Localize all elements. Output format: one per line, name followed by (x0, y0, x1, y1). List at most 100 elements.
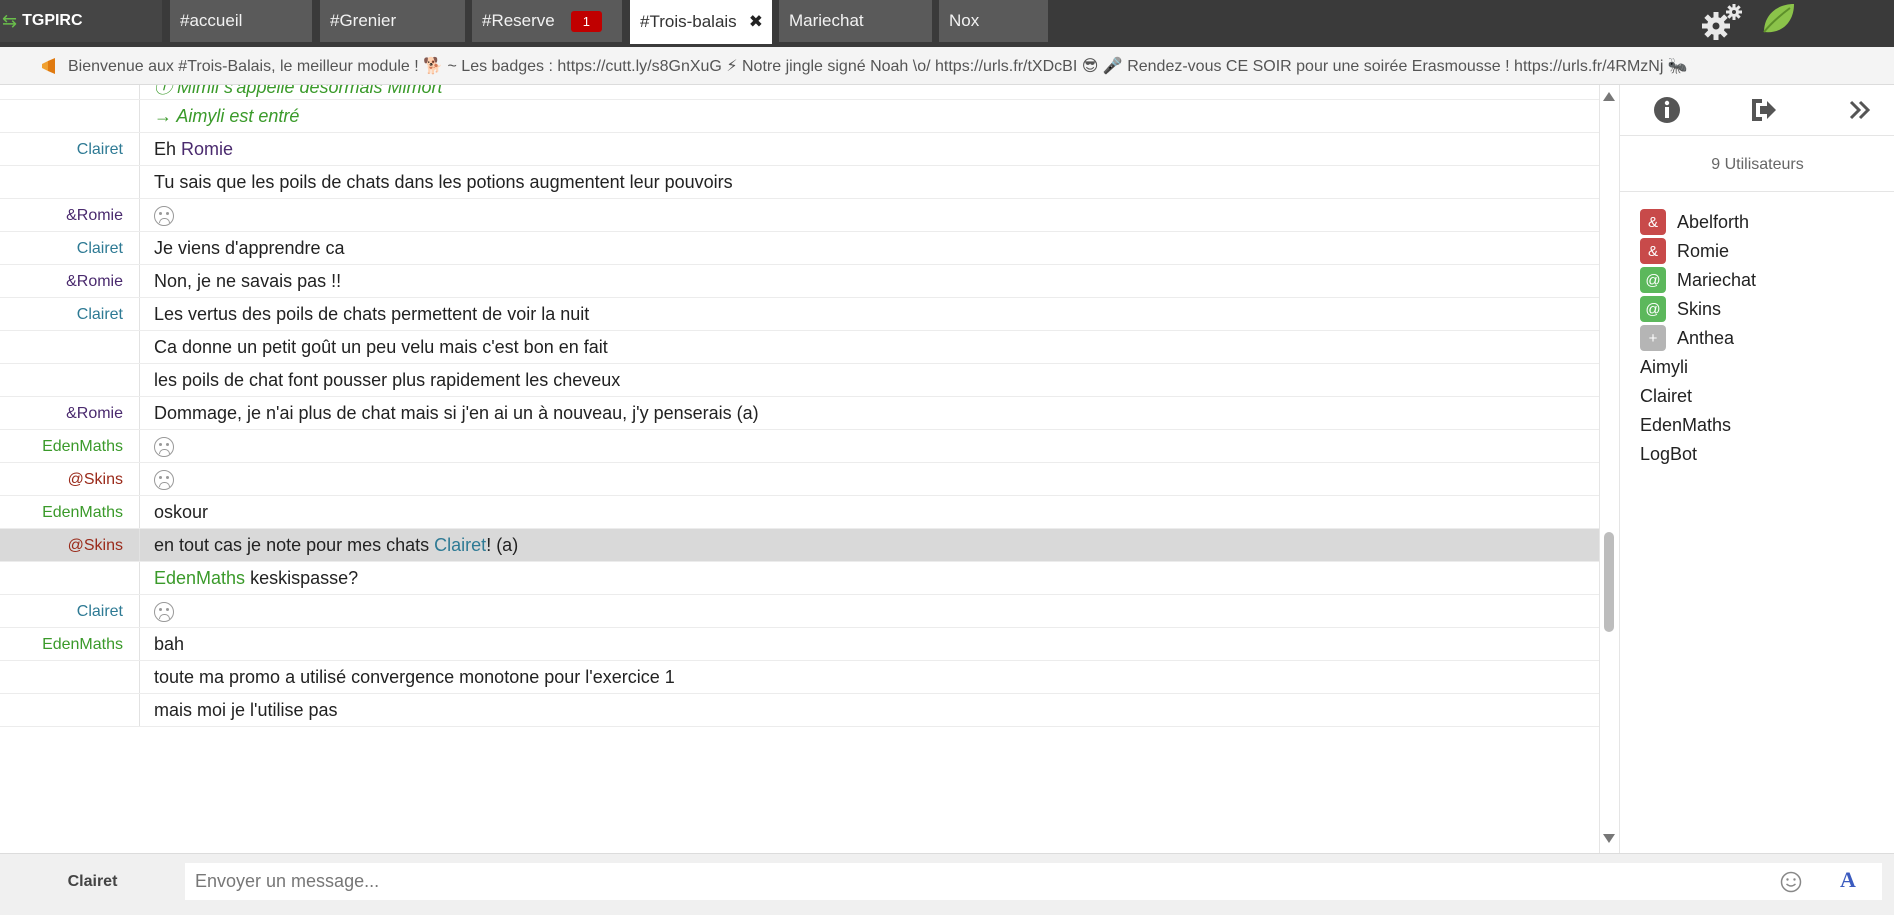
message-nick[interactable]: EdenMaths (0, 636, 123, 654)
leaf-logo-icon[interactable] (1760, 0, 1798, 38)
nick-separator (139, 133, 140, 165)
message-nick[interactable]: &Romie (0, 273, 123, 291)
tab-label: #Reserve (482, 11, 555, 30)
message-text: bah (154, 634, 185, 654)
gear-icon[interactable] (1700, 2, 1744, 42)
nick-mention[interactable]: Clairet (434, 535, 486, 555)
scroll-down-arrow-icon[interactable] (1603, 834, 1615, 843)
user-item[interactable]: LogBot (1640, 439, 1697, 469)
message-list[interactable]: ⓘ Mimil s'appelle désormais Mimort → Aimy… (0, 85, 1600, 853)
close-icon[interactable]: ✖ (749, 12, 763, 32)
message-text: Eh Romie (154, 139, 233, 160)
tab-accueil[interactable]: #accueil (170, 0, 312, 42)
nick-mention[interactable]: Romie (181, 139, 233, 159)
message-row: Clairet Je viens d'apprendre ca (0, 232, 1599, 265)
user-item[interactable]: Aimyli (1640, 352, 1688, 382)
user-item[interactable]: @ Mariechat (1640, 265, 1756, 295)
user-mode-badge: @ (1640, 267, 1666, 293)
message-row: EdenMaths (0, 430, 1599, 463)
nick-separator (139, 562, 140, 594)
user-mode-badge: + (1640, 325, 1666, 351)
text-format-button[interactable]: A (1840, 867, 1856, 893)
tab-nox[interactable]: Nox (939, 0, 1048, 42)
message-nick[interactable]: &Romie (0, 405, 123, 423)
message-row: &Romie Dommage, je n'ai plus de chat mais… (0, 397, 1599, 430)
nick-separator (139, 628, 140, 660)
user-item[interactable]: EdenMaths (1640, 410, 1731, 440)
nick-separator (139, 265, 140, 297)
message-nick[interactable]: EdenMaths (0, 504, 123, 522)
message-row: EdenMaths keskispasse? (0, 562, 1599, 595)
nick-separator (139, 364, 140, 396)
emoji-picker-icon[interactable] (1780, 871, 1802, 893)
user-mode-badge: & (1640, 209, 1666, 235)
tab-label: Mariechat (789, 11, 864, 30)
own-nickname[interactable]: Clairet (0, 863, 185, 900)
unread-badge: 1 (570, 10, 602, 32)
scroll-up-arrow-icon[interactable] (1603, 92, 1615, 101)
message-nick[interactable]: Clairet (0, 306, 123, 324)
sad-emoji-icon (154, 470, 174, 491)
message-text: Les vertus des poils de chats permettent… (154, 304, 590, 324)
nick-separator (139, 232, 140, 264)
message-nick[interactable]: Clairet (0, 141, 123, 159)
message-text (154, 436, 174, 458)
sidebar-toolbar (1620, 85, 1894, 136)
tab-trois-balais[interactable]: #Trois-balais ✖ (630, 0, 772, 44)
message-text: ⓘ Mimil s'appelle désormais Mimort (154, 85, 443, 97)
user-name: Clairet (1640, 385, 1693, 406)
nick-mention[interactable]: EdenMaths (154, 568, 245, 588)
leave-channel-icon[interactable] (1748, 95, 1778, 125)
megaphone-icon (42, 58, 55, 74)
tab-label: Nox (949, 11, 980, 30)
message-text-part: ! (a) (486, 535, 519, 555)
message-row: Clairet (0, 595, 1599, 628)
user-name: Aimyli (1640, 356, 1688, 377)
user-item[interactable]: & Abelforth (1640, 207, 1749, 237)
message-text: Ca donne un petit goût un peu velu mais … (154, 337, 608, 357)
info-icon[interactable] (1652, 95, 1682, 125)
laugh-emoji-icon (154, 602, 174, 623)
user-count: 9 Utilisateurs (1620, 137, 1894, 192)
message-row: @Skins en tout cas je note pour mes chats… (0, 529, 1599, 562)
user-item[interactable]: + Anthea (1640, 323, 1734, 353)
tab-reserve[interactable]: #Reserve 1 (472, 0, 622, 42)
message-nick[interactable]: @Skins (0, 537, 123, 555)
collapse-sidebar-icon[interactable] (1846, 95, 1876, 125)
message-composer: Clairet A (0, 853, 1894, 915)
user-sidebar: 9 Utilisateurs & Abelforth & Romie @ Mariecha… (1619, 85, 1894, 853)
message-text: → Aimyli est entré (154, 106, 300, 126)
message-text: toute ma promo a utilisé convergence mon… (154, 667, 675, 687)
message-text-part: keskispasse? (245, 568, 359, 588)
tab-grenier[interactable]: #Grenier (320, 0, 465, 42)
tab-mariechat[interactable]: Mariechat (779, 0, 932, 42)
user-mode-badge: @ (1640, 296, 1666, 322)
message-nick[interactable]: EdenMaths (0, 438, 123, 456)
message-row: mais moi je l'utilise pas (0, 694, 1599, 727)
message-row: Tu sais que les poils de chats dans les … (0, 166, 1599, 199)
message-text (154, 601, 174, 623)
nick-separator (139, 331, 140, 363)
nick-separator (139, 430, 140, 462)
message-row: &Romie (0, 199, 1599, 232)
message-row: &Romie Non, je ne savais pas !! (0, 265, 1599, 298)
nick-separator (139, 463, 140, 495)
message-nick[interactable]: @Skins (0, 471, 123, 489)
brand[interactable]: ⇆ TGPIRC (0, 0, 162, 42)
scrollbar-thumb[interactable] (1604, 532, 1614, 632)
user-item[interactable]: @ Skins (1640, 294, 1721, 324)
user-name: LogBot (1640, 443, 1698, 464)
channel-topic: Bienvenue aux #Trois-Balais, le meilleur… (0, 47, 1894, 85)
sad-emoji-icon (154, 437, 174, 458)
user-item[interactable]: & Romie (1640, 236, 1729, 266)
message-row: toute ma promo a utilisé convergence mon… (0, 661, 1599, 694)
user-item[interactable]: Clairet (1640, 381, 1692, 411)
message-text: les poils de chat font pousser plus rapi… (154, 370, 621, 390)
message-text (154, 469, 174, 491)
message-nick[interactable]: &Romie (0, 207, 123, 225)
message-input[interactable] (185, 863, 1882, 900)
message-nick[interactable]: Clairet (0, 603, 123, 621)
nick-separator (139, 694, 140, 726)
message-row: Clairet Les vertus des poils de chats per… (0, 298, 1599, 331)
message-nick[interactable]: Clairet (0, 240, 123, 258)
